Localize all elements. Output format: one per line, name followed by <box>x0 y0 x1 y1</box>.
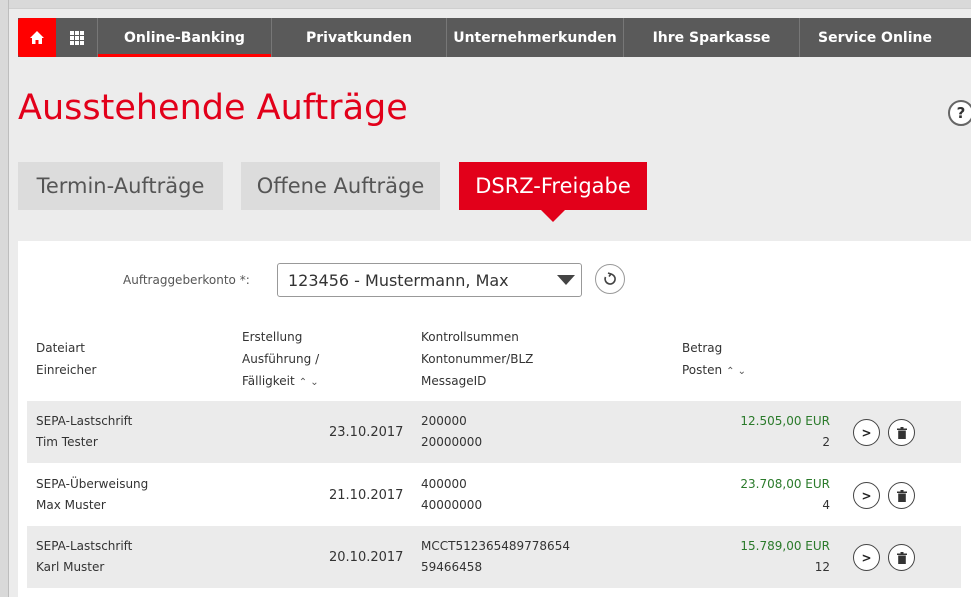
row-date: 21.10.2017 <box>329 488 404 503</box>
trash-icon <box>896 489 907 502</box>
table-row: SEPA-Lastschrift Karl Muster 20.10.2017 … <box>27 526 961 588</box>
row-date: 23.10.2017 <box>329 425 404 440</box>
header-posten-sort[interactable]: Posten ⌃ ⌄ <box>682 359 746 383</box>
header-dateiart: Dateiart <box>36 341 86 355</box>
delete-button[interactable] <box>888 544 915 571</box>
row-date: 20.10.2017 <box>329 550 404 565</box>
sort-arrows-icon[interactable]: ⌃ ⌄ <box>299 377 319 388</box>
page-title: Ausstehende Aufträge <box>18 88 408 128</box>
nav-privatkunden[interactable]: Privatkunden <box>272 18 447 57</box>
delete-button[interactable] <box>888 419 915 446</box>
tab-dsrz-freigabe[interactable]: DSRZ-Freigabe <box>459 162 647 222</box>
help-icon[interactable]: ? <box>948 100 971 126</box>
details-button[interactable]: > <box>853 482 880 509</box>
row-type: SEPA-Lastschrift <box>36 539 133 553</box>
home-button[interactable] <box>18 18 56 57</box>
grid-icon <box>69 30 84 45</box>
row-checksums: 200000 20000000 <box>421 411 482 453</box>
header-kontrollsummen: Kontrollsummen <box>421 330 519 344</box>
header-betrag-posten: Betrag Posten ⌃ ⌄ <box>682 337 746 383</box>
details-button[interactable]: > <box>853 544 880 571</box>
row-count: 4 <box>822 498 830 512</box>
chevron-down-icon <box>557 275 575 285</box>
delete-button[interactable] <box>888 482 915 509</box>
chevron-right-icon: > <box>861 488 872 503</box>
chevron-right-icon: > <box>861 550 872 565</box>
trash-icon <box>896 426 907 439</box>
refresh-button[interactable] <box>595 264 625 294</box>
row-amount: 12.505,00 EUR <box>740 414 830 428</box>
row-amount: 23.708,00 EUR <box>740 477 830 491</box>
trash-icon <box>896 551 907 564</box>
table-row: SEPA-Überweisung Max Muster 21.10.2017 4… <box>27 464 961 526</box>
account-select-value: 123456 - Mustermann, Max <box>288 270 509 290</box>
row-count: 2 <box>822 435 830 449</box>
header-ausfuehrung: Ausführung / <box>242 352 320 366</box>
row-type: SEPA-Überweisung <box>36 477 149 491</box>
row-type-submitter: SEPA-Lastschrift Tim Tester <box>36 411 132 453</box>
row-type-submitter: SEPA-Überweisung Max Muster <box>36 474 148 516</box>
header-betrag: Betrag <box>682 341 723 355</box>
header-faelligkeit: Fälligkeit <box>242 374 295 388</box>
account-select[interactable]: 123456 - Mustermann, Max <box>277 263 582 297</box>
details-button[interactable]: > <box>853 419 880 446</box>
table-row: SEPA-Lastschrift Tim Tester 23.10.2017 2… <box>27 401 961 463</box>
header-messageid: MessageID <box>421 374 487 388</box>
refresh-icon <box>604 272 616 285</box>
nav-unternehmerkunden[interactable]: Unternehmerkunden <box>447 18 624 57</box>
row-check1: 200000 <box>421 414 467 428</box>
window-frame-top <box>0 0 971 9</box>
sort-arrows-icon[interactable]: ⌃ ⌄ <box>726 366 746 377</box>
nav-online-banking[interactable]: Online-Banking <box>98 18 272 57</box>
tab-offene-auftraege[interactable]: Offene Aufträge <box>241 162 440 210</box>
row-type: SEPA-Lastschrift <box>36 414 133 428</box>
row-check1: MCCT512365489778654 <box>421 539 570 553</box>
chevron-right-icon: > <box>861 425 872 440</box>
tab-termin-auftraege[interactable]: Termin-Aufträge <box>18 162 223 210</box>
header-erstellung: Erstellung <box>242 330 303 344</box>
row-check1: 400000 <box>421 477 467 491</box>
row-amount: 15.789,00 EUR <box>740 539 830 553</box>
row-checksums: MCCT512365489778654 59466458 <box>421 536 570 578</box>
row-check2: 40000000 <box>421 498 483 512</box>
header-einreicher: Einreicher <box>36 363 97 377</box>
row-amount-count: 12.505,00 EUR 2 <box>680 411 830 453</box>
row-count: 12 <box>814 560 830 574</box>
header-faelligkeit-sort[interactable]: Fälligkeit ⌃ ⌄ <box>242 370 319 394</box>
row-submitter: Tim Tester <box>36 435 98 449</box>
row-check2: 59466458 <box>421 560 483 574</box>
row-submitter: Max Muster <box>36 498 106 512</box>
row-amount-count: 15.789,00 EUR 12 <box>680 536 830 578</box>
row-check2: 20000000 <box>421 435 483 449</box>
window-frame-left <box>0 0 9 597</box>
header-dateiart-einreicher: Dateiart Einreicher <box>36 337 96 381</box>
row-amount-count: 23.708,00 EUR 4 <box>680 474 830 516</box>
row-checksums: 400000 40000000 <box>421 474 482 516</box>
account-label: Auftraggeberkonto *: <box>123 273 250 287</box>
home-icon <box>30 31 44 44</box>
header-datum: Erstellung Ausführung / Fälligkeit ⌃ ⌄ <box>242 326 319 394</box>
row-submitter: Karl Muster <box>36 560 105 574</box>
header-posten: Posten <box>682 363 723 377</box>
nav-service-online[interactable]: Service Online <box>800 18 950 57</box>
header-kontonummer: Kontonummer/BLZ <box>421 352 534 366</box>
header-kontrolle: Kontrollsummen Kontonummer/BLZ MessageID <box>421 326 533 392</box>
row-type-submitter: SEPA-Lastschrift Karl Muster <box>36 536 132 578</box>
app-grid-button[interactable] <box>56 18 98 57</box>
nav-ihre-sparkasse[interactable]: Ihre Sparkasse <box>624 18 800 57</box>
main-navigation: Online-Banking Privatkunden Unternehmerk… <box>18 18 971 57</box>
